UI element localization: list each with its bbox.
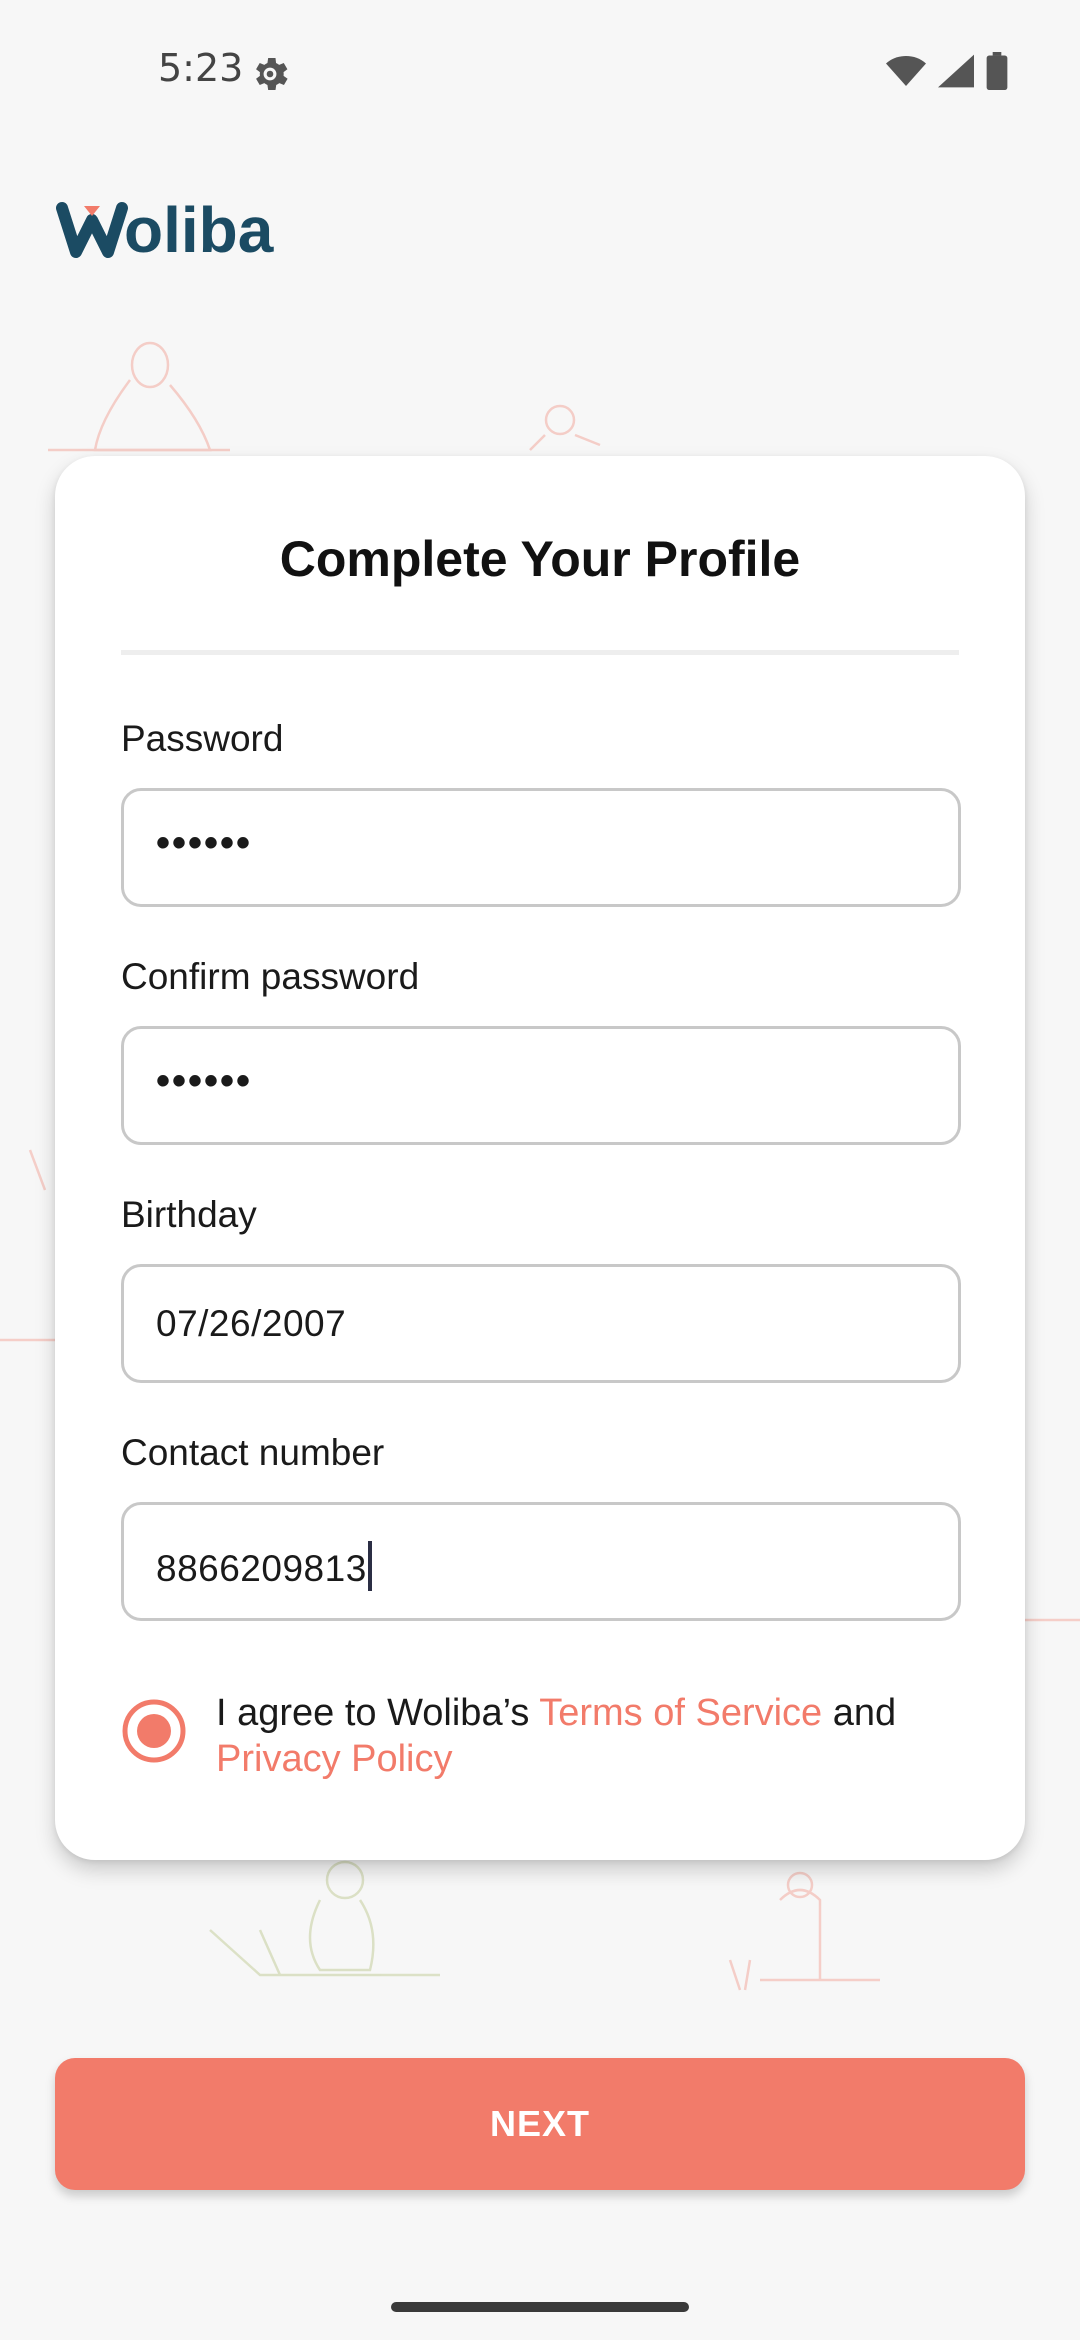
cellular-icon xyxy=(938,54,974,88)
agreement-middle: and xyxy=(822,1692,897,1734)
birthday-field[interactable]: 07/26/2007 xyxy=(121,1264,961,1383)
wifi-icon xyxy=(886,56,926,86)
status-time: 5:23 xyxy=(158,46,244,90)
status-bar: 5:23 xyxy=(0,0,1080,140)
contact-number-value-wrap: 8866209813 xyxy=(156,1541,372,1591)
confirm-password-value: •••••• xyxy=(156,1059,253,1103)
home-indicator[interactable] xyxy=(391,2302,689,2312)
birthday-value: 07/26/2007 xyxy=(156,1303,347,1344)
confirm-password-label: Confirm password xyxy=(121,956,420,997)
text-caret xyxy=(367,1541,372,1591)
contact-number-label: Contact number xyxy=(121,1432,385,1473)
terms-of-service-link[interactable]: Terms of Service xyxy=(539,1692,822,1734)
password-field[interactable]: •••••• xyxy=(121,788,961,907)
agreement-prefix: I agree to Woliba’s xyxy=(216,1692,540,1734)
title-divider xyxy=(121,650,959,655)
password-value: •••••• xyxy=(156,821,253,865)
next-button[interactable]: NEXT xyxy=(55,2058,1025,2190)
birthday-label: Birthday xyxy=(121,1194,257,1235)
agree-radio-button[interactable] xyxy=(121,1698,187,1764)
gear-icon xyxy=(256,58,288,90)
agreement-text: I agree to Woliba’s Terms of Service and… xyxy=(216,1690,966,1782)
contact-number-field[interactable]: 8866209813 xyxy=(121,1502,961,1621)
password-label: Password xyxy=(121,718,284,759)
status-icons xyxy=(886,52,1008,90)
page-title: Complete Your Profile xyxy=(279,531,801,587)
confirm-password-field[interactable]: •••••• xyxy=(121,1026,961,1145)
svg-text:oliba: oliba xyxy=(124,194,274,266)
battery-icon xyxy=(986,52,1008,90)
contact-number-value: 8866209813 xyxy=(156,1548,367,1589)
woliba-logo: oliba xyxy=(56,194,274,266)
privacy-policy-link[interactable]: Privacy Policy xyxy=(216,1738,453,1780)
profile-card xyxy=(55,456,1025,1860)
